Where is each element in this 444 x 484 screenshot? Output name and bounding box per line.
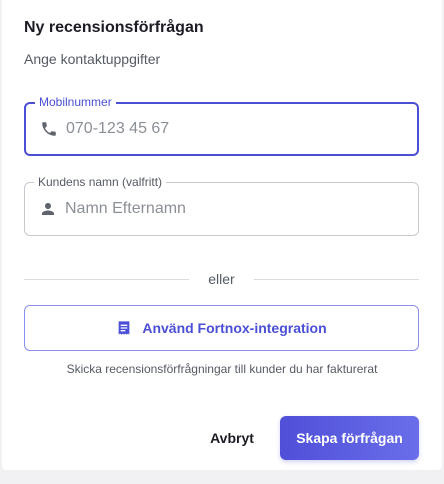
customer-name-field[interactable]: Kundens namn (valfritt) xyxy=(24,174,419,236)
review-request-dialog: Ny recensionsförfrågan Ange kontaktuppgi… xyxy=(2,0,442,470)
divider-line-right xyxy=(254,279,419,280)
document-icon xyxy=(116,320,132,336)
customer-name-input[interactable] xyxy=(65,183,405,235)
phone-input[interactable] xyxy=(66,104,406,154)
fortnox-helper-text: Skicka recensionsförfrågningar till kund… xyxy=(66,362,378,376)
or-divider: eller xyxy=(24,270,419,290)
dialog-subtitle: Ange kontaktuppgifter xyxy=(24,51,161,67)
dialog-title: Ny recensionsförfrågan xyxy=(24,19,204,36)
phone-icon xyxy=(40,120,58,138)
person-icon xyxy=(39,200,57,218)
phone-field[interactable]: Mobilnummer xyxy=(24,94,419,156)
fortnox-button-label: Använd Fortnox-integration xyxy=(142,320,327,336)
create-request-button[interactable]: Skapa förfrågan xyxy=(280,416,419,460)
fortnox-integration-button[interactable]: Använd Fortnox-integration xyxy=(24,305,419,351)
cancel-button[interactable]: Avbryt xyxy=(202,418,262,458)
